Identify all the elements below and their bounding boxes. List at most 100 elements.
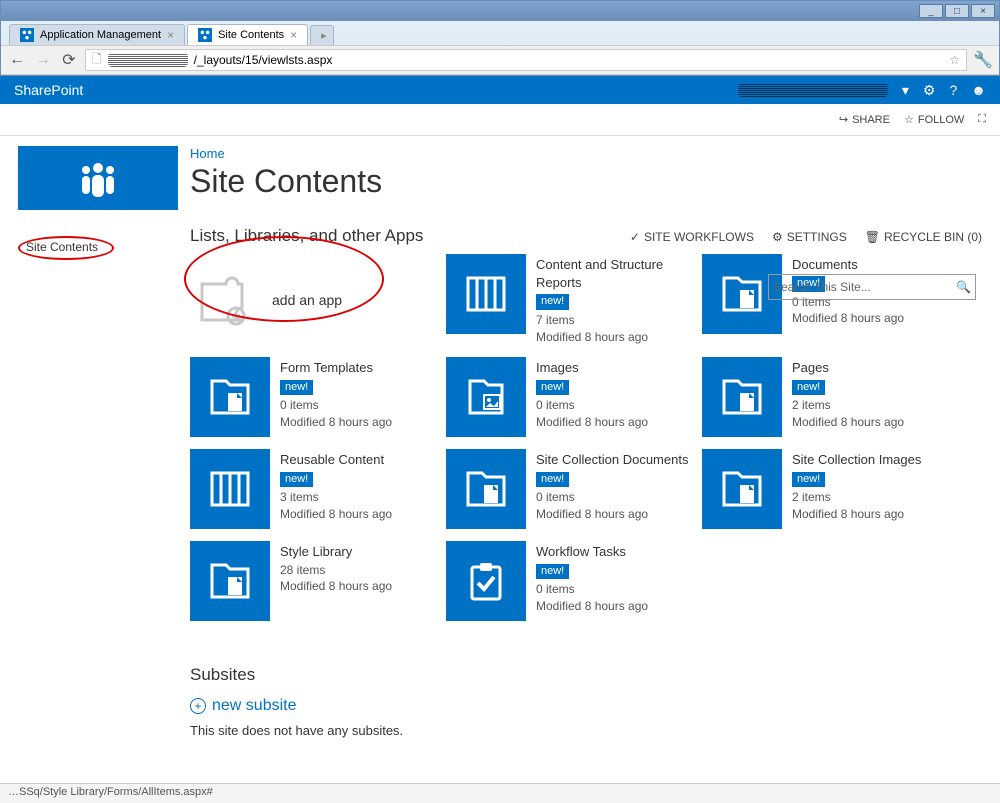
app-icon (190, 541, 270, 621)
new-tab-button[interactable]: ▸ (310, 25, 334, 45)
app-modified: Modified 8 hours ago (536, 507, 648, 521)
section-actions: ✓SITE WORKFLOWS ⚙ SETTINGS 🗑RECYCLE BIN (… (630, 230, 982, 244)
wrench-icon[interactable]: 🔧 (973, 50, 993, 70)
status-bar: …SSq/Style Library/Forms/AllItems.aspx# (0, 783, 1000, 803)
label: RECYCLE BIN (0) (884, 230, 982, 244)
label: SHARE (852, 114, 890, 126)
new-badge: new! (280, 380, 313, 395)
redacted-user (738, 83, 888, 97)
redacted-host (108, 53, 188, 67)
dropdown-icon[interactable]: ▾ (902, 82, 909, 99)
star-icon: ☆ (904, 113, 914, 126)
app-icon (446, 541, 526, 621)
app-items: 0 items (536, 582, 575, 596)
app-modified: Modified 8 hours ago (280, 579, 392, 593)
close-icon[interactable]: × (167, 28, 174, 42)
app-icon (190, 449, 270, 529)
share-button[interactable]: ↪SHARE (839, 113, 890, 126)
app-name[interactable]: Pages (792, 359, 904, 377)
new-subsite-button[interactable]: + new subsite (190, 697, 982, 715)
tab-site-contents[interactable]: Site Contents × (187, 24, 308, 45)
minimize-button[interactable]: _ (919, 4, 943, 18)
app-icon (702, 357, 782, 437)
back-button[interactable]: ← (7, 50, 27, 70)
search-icon[interactable]: 🔍 (956, 280, 971, 294)
app-name[interactable]: Images (536, 359, 648, 377)
app-tile[interactable]: Form Templatesnew!0 itemsModified 8 hour… (190, 357, 440, 437)
gear-icon: ⚙ (772, 230, 783, 244)
gear-icon[interactable]: ⚙ (923, 82, 936, 99)
sharepoint-icon (198, 28, 212, 42)
app-info: Form Templatesnew!0 itemsModified 8 hour… (280, 357, 392, 437)
app-items: 2 items (792, 398, 831, 412)
close-window-button[interactable]: × (971, 4, 995, 18)
maximize-button[interactable]: □ (945, 4, 969, 18)
breadcrumb[interactable]: Home (190, 146, 982, 161)
bookmark-icon[interactable]: ☆ (949, 53, 960, 67)
new-badge: new! (536, 294, 569, 309)
url-input[interactable]: 🗋 /_layouts/15/viewlsts.aspx ☆ (85, 49, 967, 71)
new-badge: new! (280, 472, 313, 487)
plus-icon: + (190, 698, 206, 714)
app-name[interactable]: Content and Structure Reports (536, 256, 696, 292)
search-input[interactable]: Search This Site... 🔍 (768, 274, 976, 300)
app-info: Pagesnew!2 itemsModified 8 hours ago (792, 357, 904, 437)
main-content: Home Site Contents Search This Site... 🔍… (190, 136, 1000, 748)
forward-button[interactable]: → (33, 50, 53, 70)
app-name[interactable]: Reusable Content (280, 451, 392, 469)
add-app-label: add an app (272, 292, 342, 308)
page-title: Site Contents (190, 163, 982, 200)
add-app-tile[interactable]: add an app (190, 254, 440, 345)
puzzle-icon (190, 268, 254, 332)
user-icon[interactable]: ☻ (971, 82, 986, 98)
page-icon: 🗋 (92, 50, 102, 71)
site-workflows-button[interactable]: ✓SITE WORKFLOWS (630, 230, 754, 244)
app-tile[interactable]: Site Collection Imagesnew!2 itemsModifie… (702, 449, 952, 529)
app-modified: Modified 8 hours ago (536, 415, 648, 429)
tab-label: Application Management (40, 29, 161, 41)
tab-app-management[interactable]: Application Management × (9, 24, 185, 45)
subsites-section: Subsites + new subsite This site does no… (190, 665, 982, 738)
site-logo[interactable] (18, 146, 178, 210)
app-tile[interactable]: Content and Structure Reportsnew!7 items… (446, 254, 696, 345)
app-name[interactable]: Style Library (280, 543, 392, 561)
recycle-bin-button[interactable]: 🗑RECYCLE BIN (0) (865, 230, 982, 244)
reload-button[interactable]: ⟳ (59, 50, 79, 70)
app-modified: Modified 8 hours ago (792, 507, 904, 521)
app-name[interactable]: Site Collection Images (792, 451, 921, 469)
app-info: Site Collection Imagesnew!2 itemsModifie… (792, 449, 921, 529)
app-modified: Modified 8 hours ago (536, 599, 648, 613)
brand-label[interactable]: SharePoint (14, 82, 83, 98)
no-subsites-text: This site does not have any subsites. (190, 723, 982, 738)
label: SETTINGS (787, 230, 847, 244)
app-name[interactable]: Form Templates (280, 359, 392, 377)
app-tile[interactable]: Site Collection Documentsnew!0 itemsModi… (446, 449, 696, 529)
app-name[interactable]: Workflow Tasks (536, 543, 648, 561)
app-items: 0 items (536, 398, 575, 412)
app-tile[interactable]: Workflow Tasksnew!0 itemsModified 8 hour… (446, 541, 696, 621)
suite-bar: SharePoint ▾ ⚙ ? ☻ (0, 76, 1000, 104)
app-tile[interactable]: Imagesnew!0 itemsModified 8 hours ago (446, 357, 696, 437)
app-icon (702, 449, 782, 529)
follow-button[interactable]: ☆ FOLLOW (904, 113, 964, 126)
app-tile[interactable]: Style Library28 itemsModified 8 hours ag… (190, 541, 440, 621)
label: FOLLOW (918, 114, 964, 126)
app-name[interactable]: Site Collection Documents (536, 451, 688, 469)
app-items: 0 items (280, 398, 319, 412)
app-info: Content and Structure Reportsnew!7 items… (536, 254, 696, 345)
section-title: Lists, Libraries, and other Apps (190, 226, 423, 246)
app-name[interactable]: Documents (792, 256, 904, 274)
settings-button[interactable]: ⚙ SETTINGS (772, 230, 847, 244)
help-icon[interactable]: ? (949, 82, 957, 98)
subsites-title: Subsites (190, 665, 982, 685)
page-body: Site Contents Home Site Contents Search … (0, 136, 1000, 748)
app-tile[interactable]: Pagesnew!2 itemsModified 8 hours ago (702, 357, 952, 437)
app-icon (446, 449, 526, 529)
close-icon[interactable]: × (290, 28, 297, 42)
new-badge: new! (792, 472, 825, 487)
app-tile[interactable]: Reusable Contentnew!3 itemsModified 8 ho… (190, 449, 440, 529)
sidebar-item-site-contents[interactable]: Site Contents (18, 236, 180, 260)
app-info: Style Library28 itemsModified 8 hours ag… (280, 541, 392, 621)
section-header: Lists, Libraries, and other Apps ✓SITE W… (190, 226, 982, 246)
focus-icon[interactable]: ⛶ (978, 113, 986, 126)
